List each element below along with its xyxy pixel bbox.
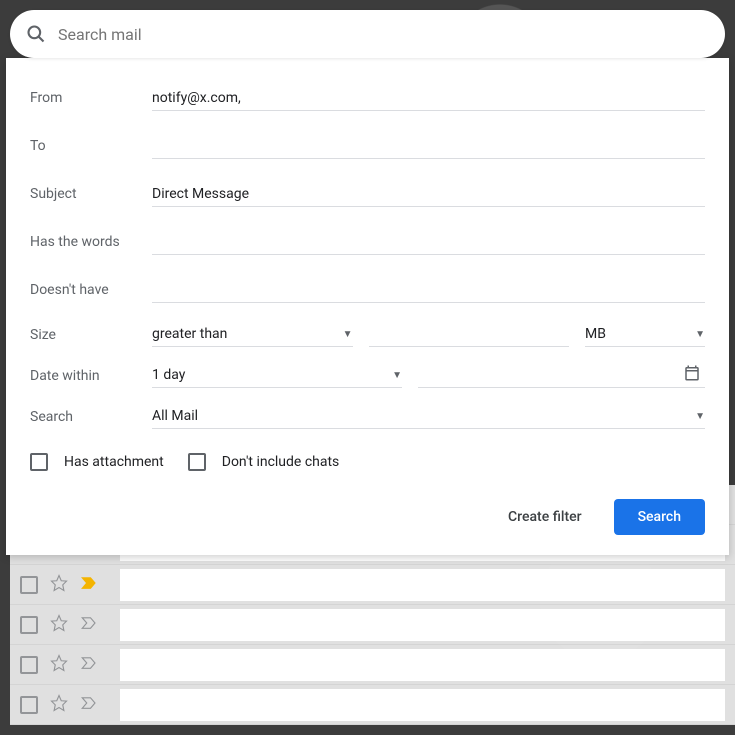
has-words-input[interactable]	[152, 230, 705, 255]
star-icon[interactable]	[50, 614, 68, 636]
date-value-input[interactable]	[418, 364, 705, 388]
redacted-content	[120, 649, 725, 681]
email-row[interactable]	[10, 685, 735, 725]
search-input[interactable]	[58, 25, 709, 44]
search-icon	[26, 24, 46, 44]
size-label: Size	[30, 327, 152, 343]
important-icon[interactable]	[80, 614, 98, 636]
has-attachment-label: Has attachment	[64, 454, 164, 470]
advanced-search-panel: From To Subject Has the words Doesn't ha…	[6, 58, 729, 555]
subject-input[interactable]	[152, 182, 705, 207]
redacted-content	[120, 689, 725, 721]
create-filter-button[interactable]: Create filter	[496, 501, 594, 533]
select-checkbox[interactable]	[20, 576, 38, 594]
calendar-icon	[683, 364, 701, 386]
dont-include-chats-label: Don't include chats	[222, 454, 340, 470]
star-icon[interactable]	[50, 574, 68, 596]
chevron-down-icon: ▼	[695, 411, 705, 422]
redacted-content	[120, 609, 725, 641]
size-comparator-select[interactable]: greater than ▼	[152, 322, 353, 347]
size-value-input[interactable]	[369, 322, 570, 347]
email-row[interactable]	[10, 605, 735, 645]
search-in-value: All Mail	[152, 408, 198, 424]
to-input[interactable]	[152, 134, 705, 159]
from-label: From	[30, 90, 152, 106]
important-icon[interactable]	[80, 654, 98, 676]
doesnt-have-label: Doesn't have	[30, 282, 152, 298]
size-unit-value: MB	[585, 326, 606, 342]
size-unit-select[interactable]: MB ▼	[585, 322, 705, 347]
chevron-down-icon: ▼	[695, 329, 705, 340]
checkbox-icon	[30, 453, 48, 471]
select-checkbox[interactable]	[20, 696, 38, 714]
important-icon[interactable]	[80, 694, 98, 716]
size-comparator-value: greater than	[152, 326, 227, 342]
to-label: To	[30, 138, 152, 154]
search-in-label: Search	[30, 409, 152, 425]
subject-label: Subject	[30, 186, 152, 202]
date-within-label: Date within	[30, 368, 152, 384]
select-checkbox[interactable]	[20, 656, 38, 674]
has-attachment-checkbox[interactable]: Has attachment	[30, 453, 164, 471]
search-button[interactable]: Search	[614, 499, 705, 535]
important-icon[interactable]	[80, 574, 98, 596]
star-icon[interactable]	[50, 654, 68, 676]
dont-include-chats-checkbox[interactable]: Don't include chats	[188, 453, 340, 471]
date-within-value: 1 day	[152, 367, 185, 383]
select-checkbox[interactable]	[20, 616, 38, 634]
checkbox-icon	[188, 453, 206, 471]
date-within-select[interactable]: 1 day ▼	[152, 363, 402, 388]
star-icon[interactable]	[50, 694, 68, 716]
has-words-label: Has the words	[30, 234, 152, 250]
from-input[interactable]	[152, 86, 705, 111]
chevron-down-icon: ▼	[343, 329, 353, 340]
search-in-select[interactable]: All Mail ▼	[152, 404, 705, 429]
redacted-content	[120, 569, 725, 601]
search-bar[interactable]	[10, 10, 725, 58]
chevron-down-icon: ▼	[392, 370, 402, 381]
doesnt-have-input[interactable]	[152, 278, 705, 303]
email-row[interactable]	[10, 565, 735, 605]
email-row[interactable]	[10, 645, 735, 685]
